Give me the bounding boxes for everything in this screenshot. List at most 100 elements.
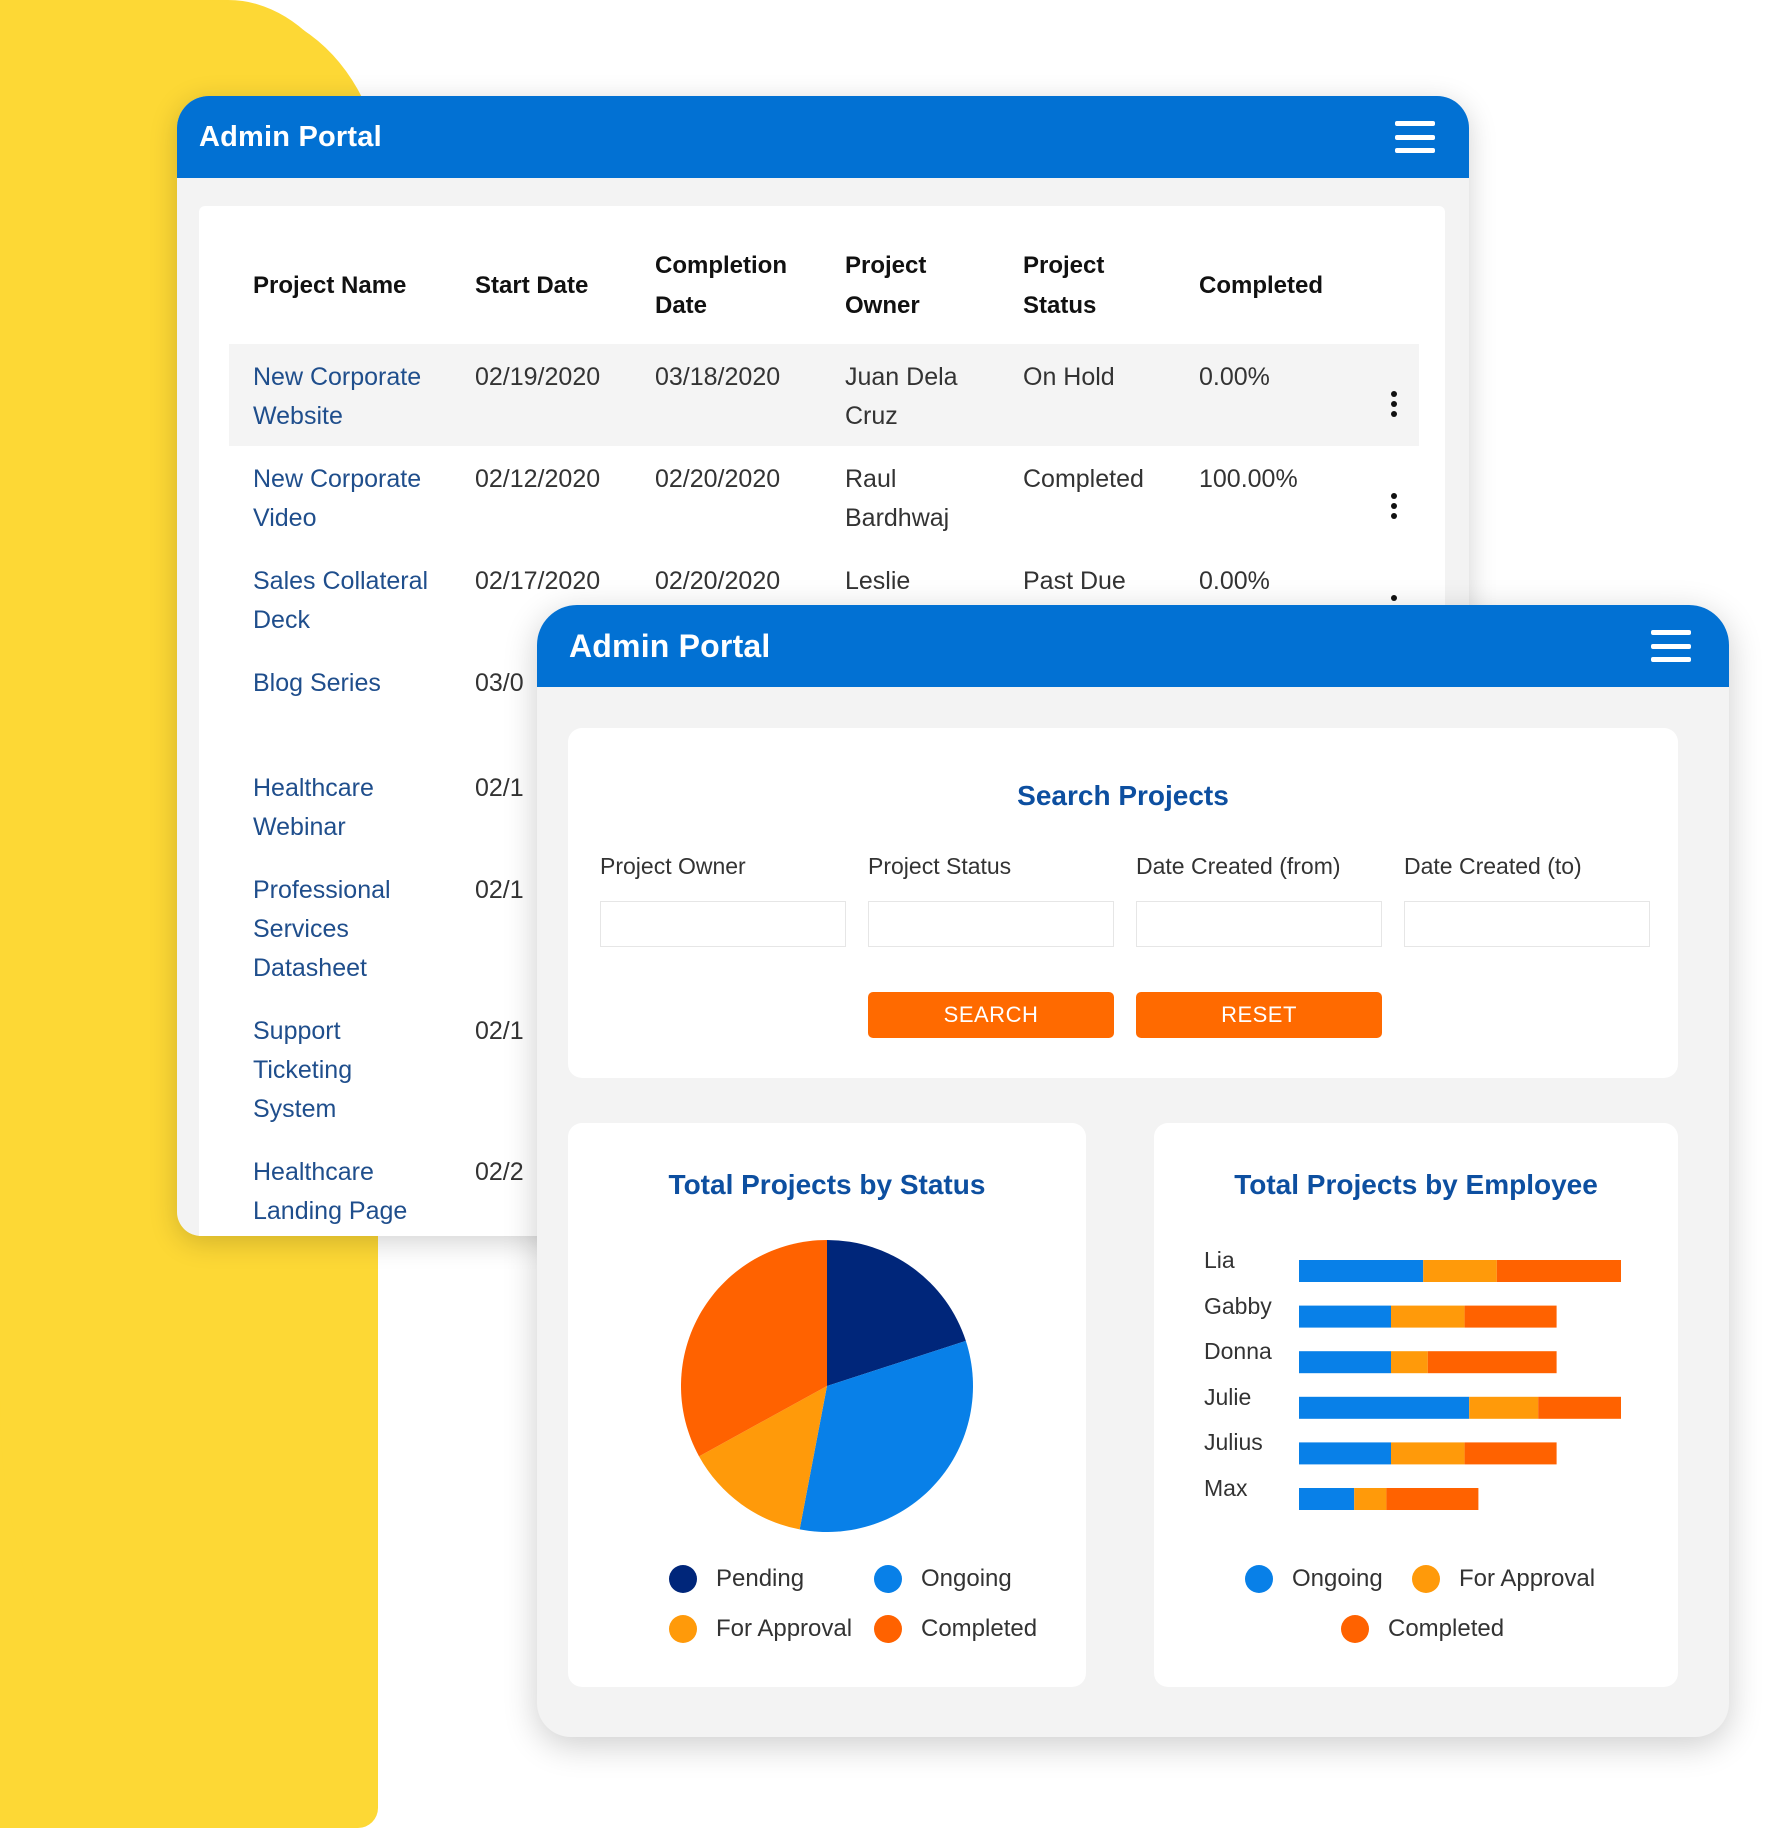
legend-label: For Approval bbox=[716, 1615, 853, 1642]
project-name-cell-text: Services bbox=[253, 915, 349, 943]
project-owner-field: Project Owner bbox=[600, 853, 846, 947]
bar-segment-ongoing bbox=[1299, 1442, 1391, 1465]
bar-segment-ongoing bbox=[1299, 1396, 1470, 1419]
date-created-to-field: Date Created (to) bbox=[1404, 853, 1650, 947]
row-actions-cell bbox=[1355, 344, 1419, 446]
completion-date-cell: 03/18/2020 bbox=[631, 344, 821, 446]
employee-name-label: Gabby bbox=[1204, 1292, 1272, 1319]
project-status-cell: Completed bbox=[999, 446, 1175, 548]
project-name-cell[interactable]: New Corporate Video bbox=[229, 446, 451, 548]
legend-item: For Approval bbox=[669, 1615, 852, 1643]
project-name-cell[interactable]: Blog Series bbox=[229, 650, 451, 755]
table-row[interactable]: New Corporate Video 02/12/2020 02/20/2020 Ra… bbox=[229, 446, 1419, 548]
date-created-from-label: Date Created (from) bbox=[1136, 853, 1341, 879]
column-header-text: Completed bbox=[1199, 272, 1324, 299]
completed-cell-text: 0.00% bbox=[1199, 363, 1270, 391]
legend-label: Pending bbox=[716, 1565, 805, 1592]
project-name-cell-text: New Corporate bbox=[253, 363, 422, 391]
project-name-cell-text: Support bbox=[253, 1017, 341, 1045]
project-name-cell[interactable]: New Corporate Website bbox=[229, 344, 451, 446]
completion-date-cell-text: 02/20/2020 bbox=[655, 465, 781, 493]
project-name-cell-text: Video bbox=[253, 504, 317, 532]
start-date-cell-text: 02/1 bbox=[475, 876, 524, 904]
project-name-cell-text: System bbox=[253, 1095, 337, 1123]
legend-item: Completed bbox=[1341, 1615, 1504, 1643]
legend-swatch bbox=[874, 1615, 902, 1643]
legend-swatch bbox=[1341, 1615, 1369, 1643]
app-header: Admin Portal bbox=[537, 605, 1729, 687]
date-created-from-input[interactable] bbox=[1136, 901, 1382, 947]
legend-item: Ongoing bbox=[874, 1565, 1012, 1593]
row-actions-cell bbox=[1355, 446, 1419, 548]
project-name-cell[interactable]: Sales Collateral Deck bbox=[229, 548, 451, 650]
completed-cell: 0.00% bbox=[1175, 344, 1355, 446]
date-created-from-field: Date Created (from) bbox=[1136, 853, 1382, 947]
column-header-text: Start Date bbox=[475, 272, 589, 299]
search-button[interactable]: SEARCH bbox=[868, 992, 1114, 1038]
start-date-cell-text: 02/1 bbox=[475, 1017, 524, 1045]
column-header-text: Completion bbox=[655, 252, 787, 279]
employee-name-label: Lia bbox=[1204, 1247, 1235, 1273]
bar-segment-for-approval bbox=[1391, 1442, 1465, 1465]
project-owner-cell-text: Leslie bbox=[845, 567, 911, 595]
project-name-cell[interactable]: Healthcare Webinar bbox=[229, 755, 451, 857]
app-title: Admin Portal bbox=[199, 120, 382, 153]
project-name-cell-text: Ticketing bbox=[253, 1056, 353, 1084]
employee-name-label: Max bbox=[1204, 1475, 1248, 1501]
bar-segment-for-approval bbox=[1423, 1260, 1497, 1282]
column-header-text: Project bbox=[845, 252, 927, 279]
project-name-cell-text: Landing Page bbox=[253, 1197, 408, 1225]
project-name-cell[interactable]: Support Ticketing System bbox=[229, 998, 451, 1139]
table-header-row: Project Name Start Date Completion Date Proj… bbox=[229, 238, 1419, 344]
legend-label: Ongoing bbox=[1292, 1565, 1383, 1592]
reset-button[interactable]: RESET bbox=[1136, 992, 1382, 1038]
column-header: Start Date bbox=[451, 238, 631, 344]
bar-segment-completed bbox=[1538, 1396, 1621, 1419]
project-name-cell-text: Datasheet bbox=[253, 954, 367, 982]
employee-name-label: Julie bbox=[1204, 1383, 1252, 1410]
project-name-cell[interactable]: Professional Services Datasheet bbox=[229, 857, 451, 998]
completion-date-cell-text: 02/20/2020 bbox=[655, 567, 781, 595]
date-created-to-label: Date Created (to) bbox=[1404, 853, 1582, 879]
start-date-cell: 02/12/2020 bbox=[451, 446, 631, 548]
status-pie-chart bbox=[681, 1240, 973, 1532]
column-header-text: Owner bbox=[845, 292, 920, 319]
kebab-menu-icon[interactable] bbox=[1379, 383, 1409, 425]
project-status-input[interactable] bbox=[868, 901, 1114, 947]
column-header-text: Project Name bbox=[253, 272, 407, 299]
project-name-cell-text: Healthcare bbox=[253, 1158, 374, 1186]
column-header-text: Date bbox=[655, 292, 708, 319]
legend-item: Ongoing bbox=[1245, 1565, 1383, 1593]
admin-portal-dashboard-window: Admin Portal Search Projects Project Own… bbox=[537, 605, 1729, 1737]
project-status-cell-text: On Hold bbox=[1023, 363, 1115, 391]
project-name-cell-text: Healthcare bbox=[253, 774, 374, 802]
bar-segment-ongoing bbox=[1299, 1351, 1391, 1374]
bar-segment-for-approval bbox=[1469, 1396, 1539, 1419]
completed-cell-text: 0.00% bbox=[1199, 567, 1270, 595]
table-row[interactable]: New Corporate Website 02/19/2020 03/18/2020… bbox=[229, 344, 1419, 446]
date-created-to-input[interactable] bbox=[1404, 901, 1650, 947]
project-owner-cell-text: Raul bbox=[845, 465, 897, 493]
hamburger-menu-icon[interactable] bbox=[1651, 630, 1691, 662]
bar-segment-for-approval bbox=[1391, 1351, 1428, 1374]
legend-label: For Approval bbox=[1459, 1565, 1596, 1592]
kebab-menu-icon[interactable] bbox=[1379, 485, 1409, 527]
start-date-cell-text: 02/1 bbox=[475, 774, 524, 802]
project-owner-cell: Juan Dela Cruz bbox=[821, 344, 999, 446]
legend-label: Completed bbox=[1388, 1615, 1505, 1642]
column-header: Project Status bbox=[999, 238, 1175, 344]
project-owner-input[interactable] bbox=[600, 901, 846, 947]
hamburger-menu-icon[interactable] bbox=[1395, 121, 1435, 153]
legend-label: Ongoing bbox=[921, 1565, 1012, 1592]
employee-name-label: Donna bbox=[1204, 1338, 1272, 1365]
app-header: Admin Portal bbox=[177, 96, 1469, 178]
column-header-text: Status bbox=[1023, 292, 1097, 319]
project-owner-label: Project Owner bbox=[600, 853, 746, 879]
project-name-cell-text: Sales Collateral bbox=[253, 567, 429, 595]
projects-by-status-card: Total Projects by Status Pending Ongoing F… bbox=[568, 1123, 1086, 1687]
legend-swatch bbox=[1412, 1565, 1440, 1593]
project-name-cell[interactable]: Healthcare Landing Page bbox=[229, 1139, 451, 1236]
project-owner-cell-text: Bardhwaj bbox=[845, 504, 950, 532]
bar-segment-completed bbox=[1496, 1260, 1621, 1282]
bar-segment-ongoing bbox=[1299, 1260, 1424, 1282]
